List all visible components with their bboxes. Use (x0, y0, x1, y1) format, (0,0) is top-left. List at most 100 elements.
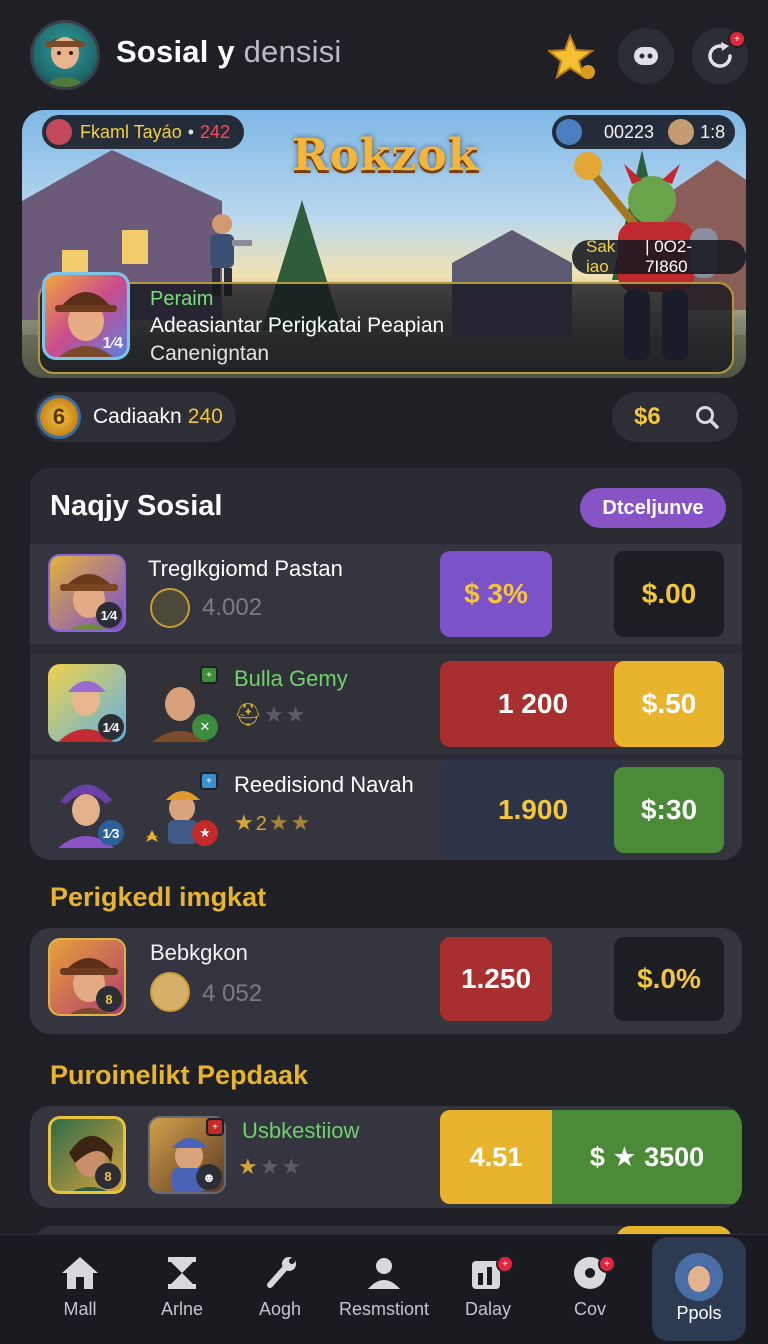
item-level: 8 (96, 986, 122, 1012)
bottom-nav: Mall Arlne Aogh Resmstiont + Dalay + Cov… (0, 1234, 768, 1344)
timer-label: Sak iao (586, 237, 616, 276)
nav-badge: + (496, 1255, 514, 1273)
event-tag: Peraim (150, 288, 214, 310)
item-price-button[interactable]: $.00 (614, 551, 724, 637)
money-search-pill: $6 (612, 392, 738, 442)
item-offer-button[interactable]: $ 3% (440, 551, 552, 637)
score-pill: 00223 1:8 (552, 115, 736, 149)
currency-label: Cadiaakn (93, 405, 182, 428)
coin-icon: 6 (37, 395, 81, 439)
item-tag: + (200, 772, 218, 790)
nav-item-cov[interactable]: + Cov (540, 1235, 640, 1344)
currency-row: 6 Cadiaakn 240 $6 (0, 392, 768, 446)
item-price-button[interactable]: $.50 (614, 661, 724, 747)
item-rating: ★2★★ (234, 810, 313, 835)
hourglass-icon (168, 1257, 196, 1289)
item-price-button[interactable]: $.0% (614, 937, 724, 1021)
chat-button[interactable] (618, 28, 674, 84)
item-name: Treglkgiomd Pastan (148, 556, 343, 581)
timer-value: | 0O2-7I860 (645, 237, 693, 276)
section-title: Naqjy Sosial (50, 490, 223, 522)
player-mini-avatar (46, 119, 72, 145)
item-thumbnail: 1⁄4 (48, 554, 126, 632)
item-thumbnail: 1⁄3 (48, 770, 126, 848)
item-tag: + (206, 1118, 224, 1136)
top-header: Sosial y densisi + (0, 0, 768, 110)
list-item[interactable]: 1⁄4 Treglkgiomd Pastan 4.002 $ 3% $.00 (30, 544, 742, 644)
item-rank-icon (150, 588, 190, 628)
wrench-icon (267, 1257, 296, 1288)
nav-label: Cov (573, 1299, 606, 1319)
section-title: Puroinelikt Pepdaak (50, 1060, 309, 1090)
item-level: 1⁄4 (96, 602, 122, 628)
item-offer-button[interactable]: 1.900 (440, 760, 626, 860)
item-thumbnail: 1⁄4 (48, 664, 126, 742)
event-avatar: 1⁄4 (42, 272, 130, 360)
featured-banner[interactable]: Rokzok Fkaml Tayáo • 242 00223 1:8 Sak i… (22, 110, 746, 378)
nav-item-dalay[interactable]: + Dalay (438, 1235, 538, 1344)
nav-item-aogh[interactable]: Aogh (230, 1235, 330, 1344)
money-value[interactable]: $6 (634, 403, 661, 431)
item-badge: ☻ (196, 1164, 222, 1190)
title-primary: Sosial y (116, 34, 235, 69)
item-thumbnail: 8 (48, 1116, 126, 1194)
section-social: Naqjy Sosial Dtceljunve 1⁄4 Treglkgiomd … (30, 468, 742, 860)
page-title: Sosial y densisi (116, 34, 342, 70)
nav-label: Aogh (258, 1299, 302, 1319)
item-rating-value: 2 (255, 813, 269, 835)
item-offer-button[interactable]: 1.250 (440, 937, 552, 1021)
item-level: 1⁄3 (98, 820, 124, 846)
item-level: 8 (95, 1163, 121, 1189)
nav-label: Ppols (676, 1303, 722, 1323)
score-mini-avatar-2 (668, 119, 695, 145)
nav-label: Arlne (160, 1299, 204, 1319)
nav-item-resmstiont[interactable]: Resmstiont (334, 1235, 434, 1344)
section-promo-row[interactable]: 8 ☻ + Usbkestiiow ★★★ 4.51 $ ★ 3500 (30, 1106, 742, 1208)
item-tag: + (200, 666, 218, 684)
game-logo: Rokzok (292, 130, 480, 181)
event-subtitle: Canenigntan (150, 342, 270, 365)
section-title: Perigkedl imgkat (50, 882, 267, 912)
score-value: 00223 (604, 121, 655, 142)
user-avatar[interactable] (30, 20, 100, 90)
player-separator: • (187, 121, 195, 142)
nav-item-ppols[interactable]: Ppols (652, 1237, 746, 1341)
event-title: Adeasiantar Perigkatai Peapian (150, 314, 445, 337)
item-offer-button[interactable]: 4.51 (440, 1110, 552, 1204)
score-value-2: 1:8 (700, 121, 726, 142)
search-icon[interactable] (694, 404, 720, 430)
nav-item-arlne[interactable]: Arlne (132, 1235, 232, 1344)
nav-label: Mall (63, 1299, 97, 1319)
profile-avatar (675, 1253, 723, 1301)
item-badge: ✕ (192, 714, 218, 740)
item-thumbnail: 8 (48, 938, 126, 1016)
item-price-button[interactable]: $ ★ 3500 (552, 1110, 742, 1204)
item-offer-button[interactable]: 1 200 (440, 661, 626, 747)
refresh-button[interactable]: + (692, 28, 748, 84)
player-value: 242 (200, 121, 231, 142)
home-icon (62, 1257, 98, 1289)
item-badge: ★ (192, 820, 218, 846)
list-item[interactable]: 1⁄4 ✕ + Bulla Gemy ⛑★★ 1 200 $.50 (30, 654, 742, 754)
section-featured-row[interactable]: 8 Bebkgkon 4 052 1.250 $.0% (30, 928, 742, 1034)
item-name: Usbkestiiow (242, 1118, 360, 1143)
event-card[interactable]: 1⁄4 Peraim Adeasiantar Perigkatai Peapia… (38, 272, 734, 374)
item-price-button[interactable]: $:30 (614, 767, 724, 853)
item-score: 4.002 (202, 594, 263, 621)
currency-pill[interactable]: 6 Cadiaakn 240 (34, 392, 236, 442)
item-name: Bulla Gemy (234, 666, 348, 691)
nav-badge: + (598, 1255, 616, 1273)
section-action-button[interactable]: Dtceljunve (580, 488, 726, 528)
star-icon[interactable] (546, 32, 598, 82)
item-rating: ★★★ (238, 1154, 304, 1179)
notification-badge: + (728, 30, 746, 48)
currency-amount: 240 (187, 405, 223, 428)
item-rating: ⛑★★ (234, 702, 308, 727)
item-name: Bebkgkon (150, 940, 248, 965)
player-pill: Fkaml Tayáo • 242 (42, 115, 245, 149)
title-secondary: densisi (243, 34, 342, 69)
nav-item-mall[interactable]: Mall (30, 1235, 130, 1344)
list-item[interactable]: 1⁄3 ★ + Reedisiond Navah ★2★★ 1.900 $:30 (30, 760, 742, 860)
timer-pill: Sak iao | 0O2-7I860 (572, 237, 746, 276)
score-mini-avatar (556, 119, 582, 145)
